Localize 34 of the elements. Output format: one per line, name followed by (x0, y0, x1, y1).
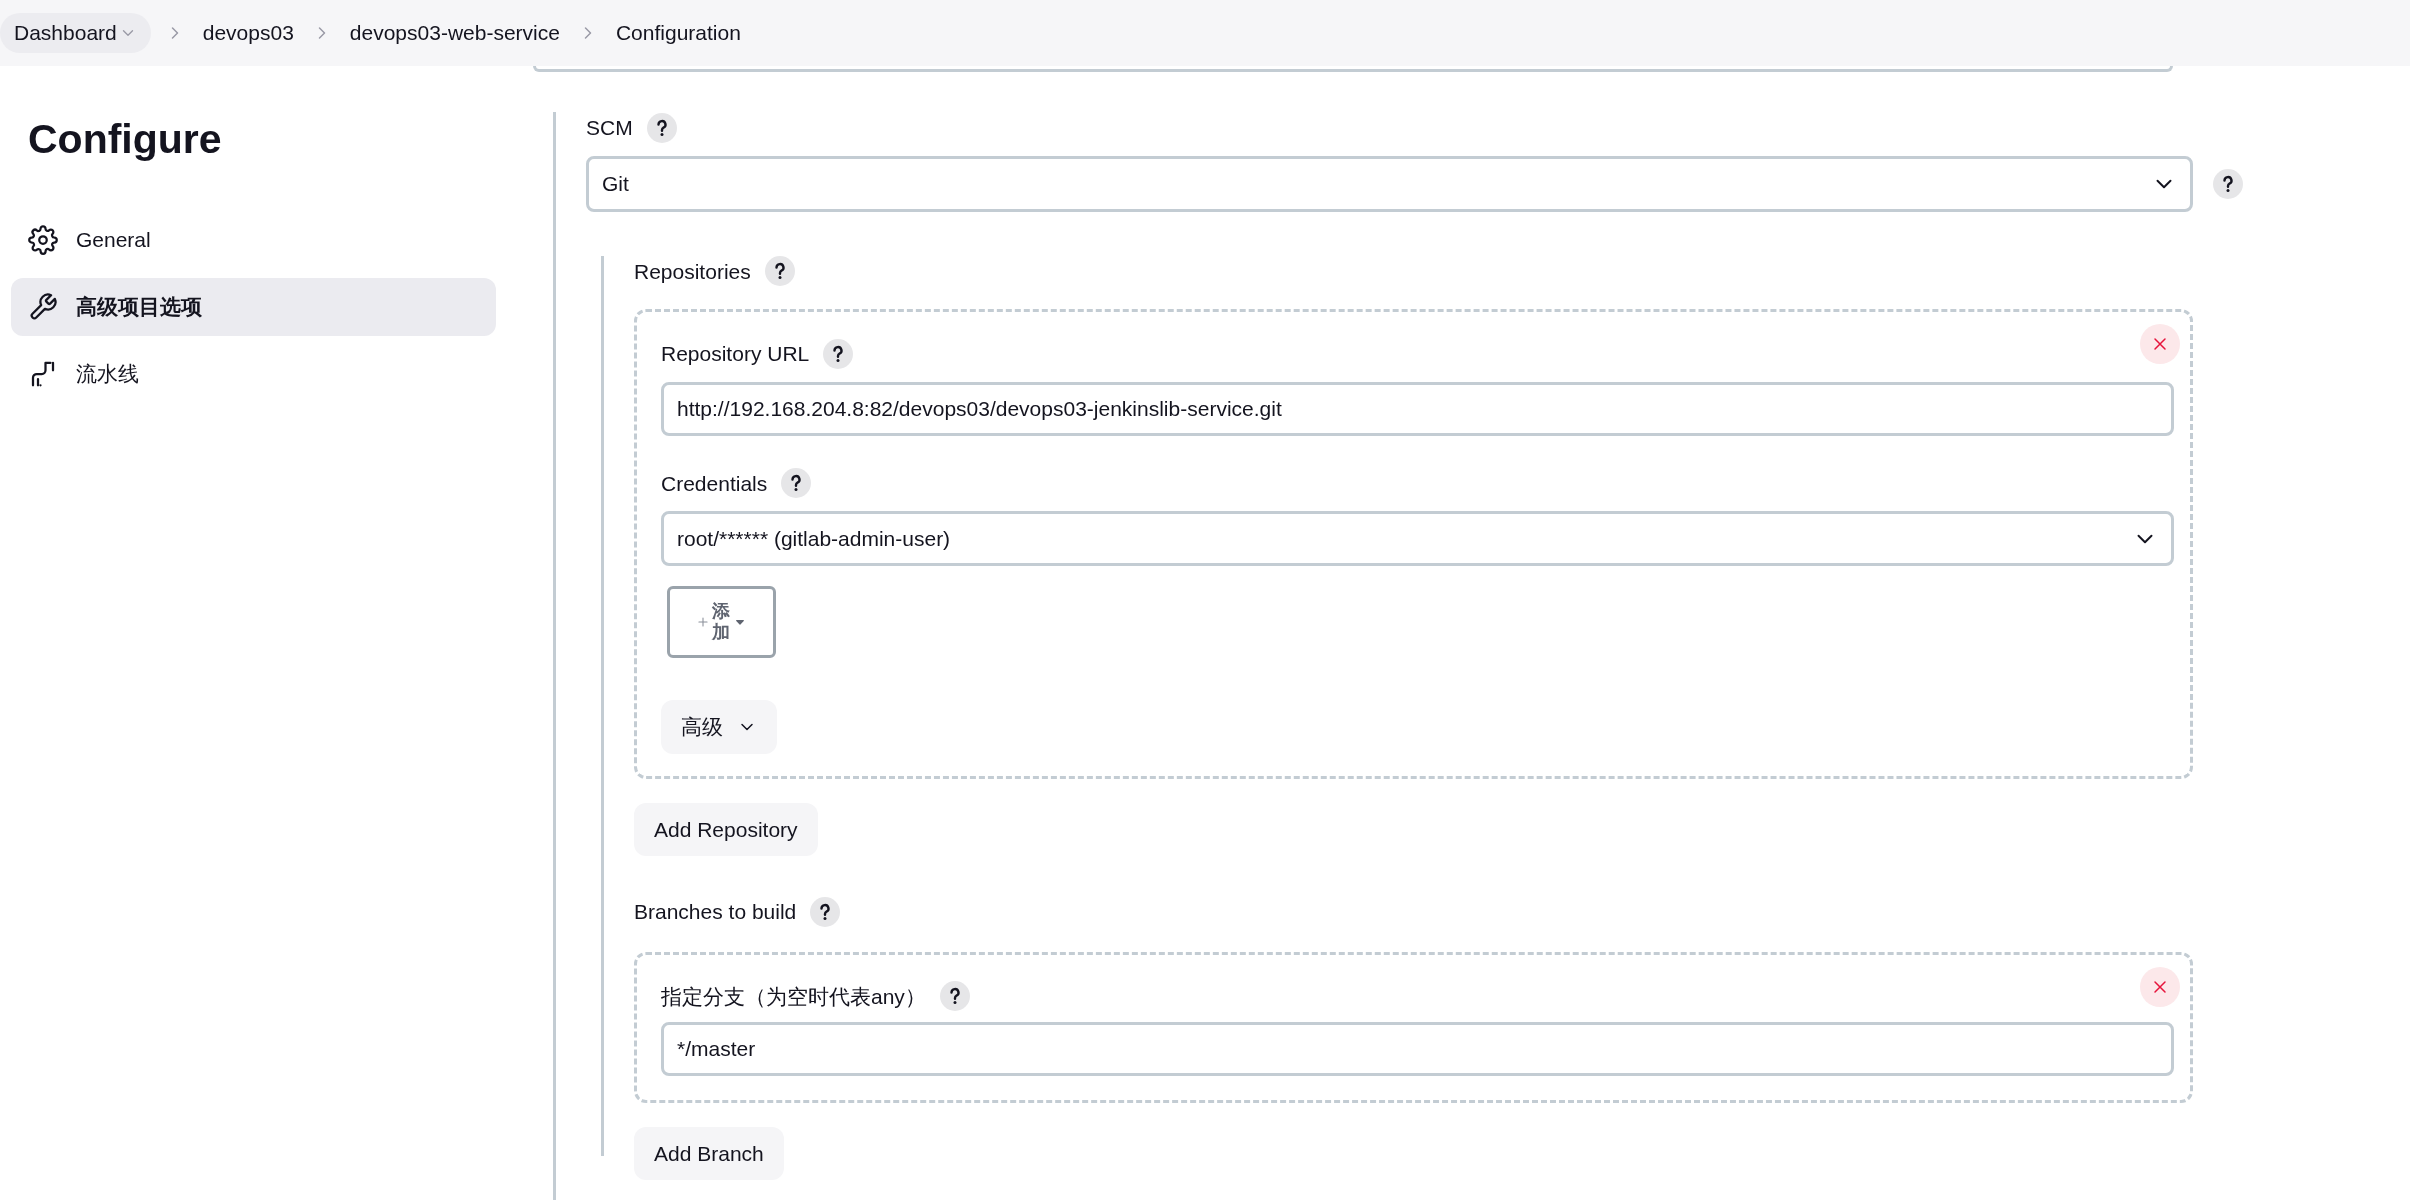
wrench-icon (28, 291, 58, 322)
help-icon[interactable] (764, 256, 795, 287)
text-field[interactable]: http://192.168.204.8:82/devops03/devops03-jenkinslib-service.git (661, 381, 2174, 436)
add-button[interactable]: Add Branch (634, 1127, 784, 1180)
field-label: Credentials (661, 470, 768, 497)
help-icon[interactable] (781, 468, 812, 499)
breadcrumb-link[interactable]: Dashboard (0, 13, 151, 53)
breadcrumb-link[interactable]: devops03-web-service (345, 17, 564, 49)
add-credentials-button[interactable]: 添加 (667, 586, 776, 658)
scm-dropdown[interactable]: Git (586, 155, 2193, 212)
help-icon[interactable] (810, 896, 841, 927)
advanced-button[interactable]: 高级 (661, 700, 777, 754)
breadcrumb-link[interactable]: devops03 (198, 17, 298, 49)
plus-icon (695, 615, 710, 629)
help-icon[interactable] (823, 338, 854, 369)
add-button[interactable]: Add Repository (634, 803, 818, 856)
page-title: Configure (27, 115, 223, 164)
field-label: 指定分支（为空时代表any） (661, 983, 926, 1010)
field-label: Repositories (634, 258, 751, 285)
help-icon[interactable] (2213, 168, 2243, 199)
help-icon[interactable] (939, 981, 970, 1012)
breadcrumb-link[interactable]: Configuration (611, 17, 745, 49)
field-label: Branches to build (634, 899, 797, 925)
credentials-dropdown[interactable]: root/****** (gitlab-admin-user) (661, 511, 2174, 566)
field-label: Repository URL (661, 341, 810, 367)
sidebar-item[interactable]: 流水线 (11, 344, 496, 403)
sidebar-item[interactable]: General (11, 210, 496, 269)
delete-button[interactable] (2140, 324, 2180, 364)
sidebar-item[interactable]: 高级项目选项 (11, 277, 496, 336)
help-icon[interactable] (646, 112, 677, 143)
text-field[interactable]: */master (661, 1022, 2174, 1076)
field-label: SCM (586, 115, 633, 141)
delete-button[interactable] (2140, 966, 2180, 1007)
settings-icon (28, 224, 58, 255)
